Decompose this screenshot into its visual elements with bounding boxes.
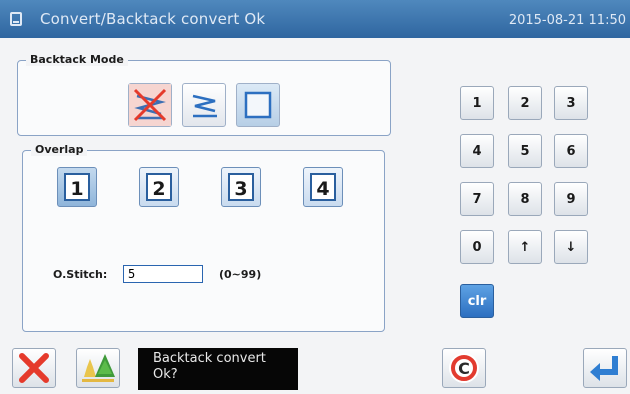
backtack-off-button[interactable] bbox=[128, 83, 172, 127]
key-6[interactable]: 6 bbox=[554, 134, 588, 168]
trees-icon bbox=[82, 354, 115, 382]
svg-text:2: 2 bbox=[152, 178, 165, 200]
key-0[interactable]: 0 bbox=[460, 230, 494, 264]
svg-text:4: 4 bbox=[316, 178, 329, 200]
svg-text:1: 1 bbox=[70, 178, 83, 200]
overlap-2-icon: 2 bbox=[146, 173, 172, 201]
overlap-stitch-label: O.Stitch: bbox=[53, 268, 108, 281]
overlap-3-icon: 3 bbox=[228, 173, 254, 201]
key-4[interactable]: 4 bbox=[460, 134, 494, 168]
datetime: 2015-08-21 11:50 bbox=[508, 13, 626, 28]
backtack-zigzag-button[interactable] bbox=[182, 83, 226, 127]
trees-button[interactable] bbox=[76, 348, 120, 388]
title-bar: Convert/Backtack convert Ok 2015-08-21 1… bbox=[0, 0, 630, 38]
window-title: Convert/Backtack convert Ok bbox=[40, 10, 266, 28]
key-7[interactable]: 7 bbox=[460, 182, 494, 216]
enter-icon bbox=[590, 356, 618, 381]
backtack-zigzag-icon bbox=[192, 94, 217, 118]
backtack-mode-legend: Backtack Mode bbox=[26, 53, 128, 66]
overlap-1-icon: 1 bbox=[64, 173, 90, 201]
clear-key[interactable]: clr bbox=[460, 284, 494, 318]
overlap-stitch-range: (0~99) bbox=[219, 268, 262, 281]
copyright-c-icon: C bbox=[449, 353, 479, 383]
key-up-arrow[interactable]: ↑ bbox=[508, 230, 542, 264]
cancel-button[interactable] bbox=[12, 348, 56, 388]
document-icon bbox=[10, 12, 22, 26]
message-line-1: Backtack convert bbox=[153, 351, 266, 366]
overlap-panel: Overlap 1 2 3 4 O.Stitch: 5 (0~99) bbox=[22, 143, 385, 332]
overlap-option-2[interactable]: 2 bbox=[139, 167, 179, 207]
overlap-legend: Overlap bbox=[31, 143, 88, 156]
key-9[interactable]: 9 bbox=[554, 182, 588, 216]
key-3[interactable]: 3 bbox=[554, 86, 588, 120]
key-2[interactable]: 2 bbox=[508, 86, 542, 120]
cancel-icon bbox=[19, 353, 49, 383]
key-8[interactable]: 8 bbox=[508, 182, 542, 216]
svg-text:3: 3 bbox=[234, 178, 247, 200]
overlap-stitch-input[interactable]: 5 bbox=[123, 265, 203, 283]
message-box: Backtack convert Ok? bbox=[138, 348, 298, 390]
backtack-plain-icon bbox=[244, 91, 272, 119]
overlap-option-1[interactable]: 1 bbox=[57, 167, 97, 207]
enter-button[interactable] bbox=[583, 348, 627, 388]
message-line-2: Ok? bbox=[153, 367, 178, 382]
overlap-option-4[interactable]: 4 bbox=[303, 167, 343, 207]
backtack-off-icon bbox=[129, 84, 171, 126]
backtack-plain-button[interactable] bbox=[236, 83, 280, 127]
copyright-button[interactable]: C bbox=[442, 348, 486, 388]
key-1[interactable]: 1 bbox=[460, 86, 494, 120]
backtack-mode-panel: Backtack Mode bbox=[17, 53, 391, 136]
svg-text:C: C bbox=[458, 359, 470, 378]
key-down-arrow[interactable]: ↓ bbox=[554, 230, 588, 264]
key-5[interactable]: 5 bbox=[508, 134, 542, 168]
overlap-option-3[interactable]: 3 bbox=[221, 167, 261, 207]
overlap-4-icon: 4 bbox=[310, 173, 336, 201]
